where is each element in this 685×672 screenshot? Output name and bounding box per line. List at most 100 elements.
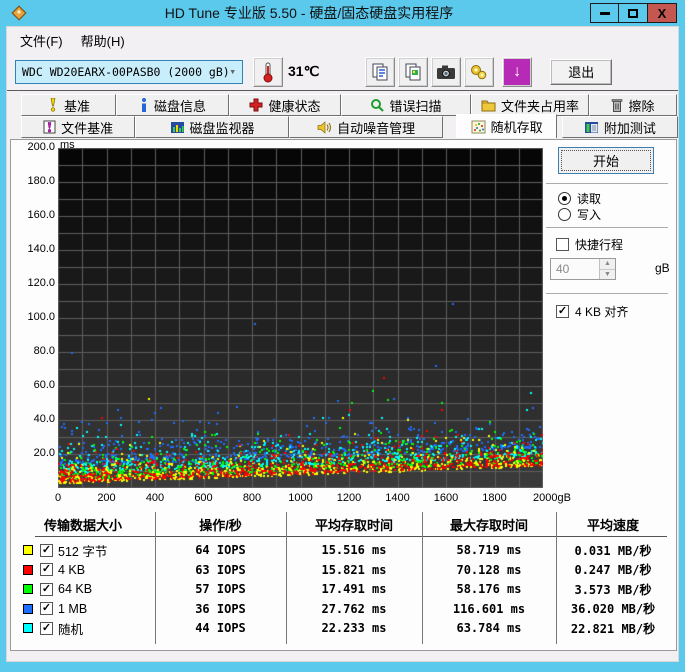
spinner-down-icon[interactable]: ▼ (600, 268, 615, 279)
write-radio-row[interactable]: 写入 (558, 206, 601, 223)
tab-random-access[interactable]: 随机存取 (456, 114, 557, 138)
minimize-icon (599, 11, 610, 15)
close-button[interactable]: X (648, 3, 677, 23)
exit-button[interactable]: 退出 (550, 58, 613, 85)
table-cell: 0.031 MB/秒 (574, 543, 652, 558)
close-icon: X (657, 5, 667, 21)
spinner-buttons[interactable]: ▲ ▼ (599, 259, 615, 279)
aam-icon (317, 120, 332, 134)
y-tick: 200.0 (27, 141, 55, 153)
y-tick: 40.0 (33, 413, 55, 425)
tab-label: 磁盘监视器 (189, 120, 255, 136)
extra-tests-icon (584, 121, 598, 133)
series-label: 512 字节 (58, 544, 108, 559)
copy-text-button[interactable] (365, 56, 396, 87)
menu-file[interactable]: 文件(F) (11, 28, 72, 53)
read-radio-row[interactable]: 读取 (558, 190, 601, 207)
y-tick: 100.0 (27, 311, 55, 323)
4kb-align-checkbox[interactable]: ✓ (556, 305, 569, 318)
table-cell: 22.233 ms (321, 621, 387, 636)
thermometer-icon (263, 62, 273, 82)
app-window: HD Tune 专业版 5.50 - 硬盘/固态硬盘实用程序 X 文件(F) 帮… (0, 0, 685, 672)
table-cell: 15.821 ms (321, 562, 387, 577)
copy-image-button[interactable] (398, 56, 429, 87)
tab-aam[interactable]: 自动噪音管理 (288, 116, 444, 138)
camera-icon (437, 65, 456, 79)
tab-strip: 基准 磁盘信息 健康状态 错误扫描 文件夹占用率 擦除 文件基准 磁盘监视器 自… (7, 91, 678, 138)
screenshot-button[interactable] (431, 56, 462, 87)
series-checkbox[interactable]: ✓ (40, 543, 53, 557)
tab-folder-usage[interactable]: 文件夹占用率 (471, 94, 589, 116)
tab-disk-info[interactable]: 磁盘信息 (116, 94, 229, 116)
col-header-iops: 操作/秒 (199, 518, 242, 533)
tab-label: 附加测试 (603, 120, 656, 136)
header-underline (35, 536, 667, 537)
table-cell: 44 IOPS (195, 621, 246, 636)
start-button[interactable]: 开始 (558, 147, 654, 174)
drive-selector[interactable]: WDC WD20EARX-00PASB0 (2000 gB) ▾ (15, 59, 243, 84)
short-stroke-checkbox[interactable] (556, 238, 569, 251)
series-checkbox[interactable]: ✓ (40, 563, 53, 577)
series-label: 4 KB (58, 562, 86, 577)
folder-usage-icon (481, 100, 496, 111)
table-cell: 116.601 ms (452, 601, 526, 616)
benchmark-icon (50, 98, 56, 112)
col-header-avg-access: 平均存取时间 (314, 518, 393, 533)
col-header-max-access: 最大存取时间 (449, 518, 528, 533)
table-cell: 58.176 ms (456, 582, 522, 597)
y-tick: 80.0 (33, 345, 55, 357)
series-label: 64 KB (58, 582, 93, 597)
maximize-button[interactable] (619, 3, 648, 23)
separator (546, 183, 668, 184)
file-benchmark-icon (43, 120, 56, 134)
tab-benchmark[interactable]: 基准 (21, 94, 116, 116)
update-button[interactable]: ↓ (502, 56, 533, 87)
read-radio[interactable] (558, 192, 571, 205)
separator (546, 293, 668, 294)
y-tick: 20.0 (33, 447, 55, 459)
options-button[interactable] (464, 56, 495, 87)
series-checkbox[interactable]: ✓ (40, 621, 53, 635)
error-scan-icon (371, 99, 385, 112)
short-stroke-label: 快捷行程 (575, 238, 624, 252)
tab-health[interactable]: 健康状态 (229, 94, 341, 116)
tab-disk-monitor[interactable]: 磁盘监视器 (135, 116, 289, 138)
window-title: HD Tune 专业版 5.50 - 硬盘/固态硬盘实用程序 (164, 5, 454, 21)
short-stroke-size-field[interactable]: 40 ▲ ▼ (550, 258, 616, 280)
minimize-button[interactable] (590, 3, 619, 23)
series-checkbox[interactable]: ✓ (40, 602, 53, 616)
short-stroke-row[interactable]: 快捷行程 (556, 236, 623, 253)
series-label: 1 MB (58, 601, 88, 616)
app-icon (11, 5, 27, 21)
y-tick: 180.0 (27, 175, 55, 187)
spinner-up-icon[interactable]: ▲ (600, 259, 615, 269)
table-row: ✓ 1 MB 36 IOPS 27.762 ms 116.601 ms 36.020 MB… (11, 599, 676, 619)
table-row: ✓ 随机 44 IOPS 22.233 ms 63.784 ms 22.821 MB/秒 (11, 618, 676, 638)
temperature-value: 31℃ (288, 63, 320, 79)
titlebar: HD Tune 专业版 5.50 - 硬盘/固态硬盘实用程序 X (6, 0, 679, 26)
x-tick: 2000gB (533, 492, 571, 504)
tab-label: 随机存取 (490, 120, 543, 135)
x-tick: 1800 (482, 492, 507, 504)
table-cell: 36 IOPS (195, 601, 246, 616)
y-tick: 120.0 (27, 277, 55, 289)
4kb-align-row[interactable]: ✓ 4 KB 对齐 (556, 303, 628, 320)
tab-label: 错误扫描 (389, 98, 442, 114)
series-color-swatch (23, 564, 33, 575)
table-cell: 64 IOPS (195, 543, 246, 557)
temperature-button[interactable] (253, 56, 283, 87)
tab-erase[interactable]: 擦除 (589, 94, 677, 116)
series-label: 随机 (58, 622, 84, 637)
series-checkbox[interactable]: ✓ (40, 582, 53, 596)
tab-label: 自动噪音管理 (337, 120, 416, 136)
table-cell: 57 IOPS (195, 582, 246, 597)
tab-file-benchmark[interactable]: 文件基准 (21, 116, 136, 138)
tab-error-scan[interactable]: 错误扫描 (341, 94, 471, 116)
write-radio-label: 写入 (577, 208, 602, 222)
window-body: 文件(F) 帮助(H) WDC WD20EARX-00PASB0 (2000 g… (6, 26, 679, 662)
tab-label: 擦除 (628, 98, 655, 114)
tab-extra-tests[interactable]: 附加测试 (561, 116, 678, 138)
y-tick: 160.0 (27, 209, 55, 221)
write-radio[interactable] (558, 208, 571, 221)
menu-help[interactable]: 帮助(H) (72, 28, 134, 53)
